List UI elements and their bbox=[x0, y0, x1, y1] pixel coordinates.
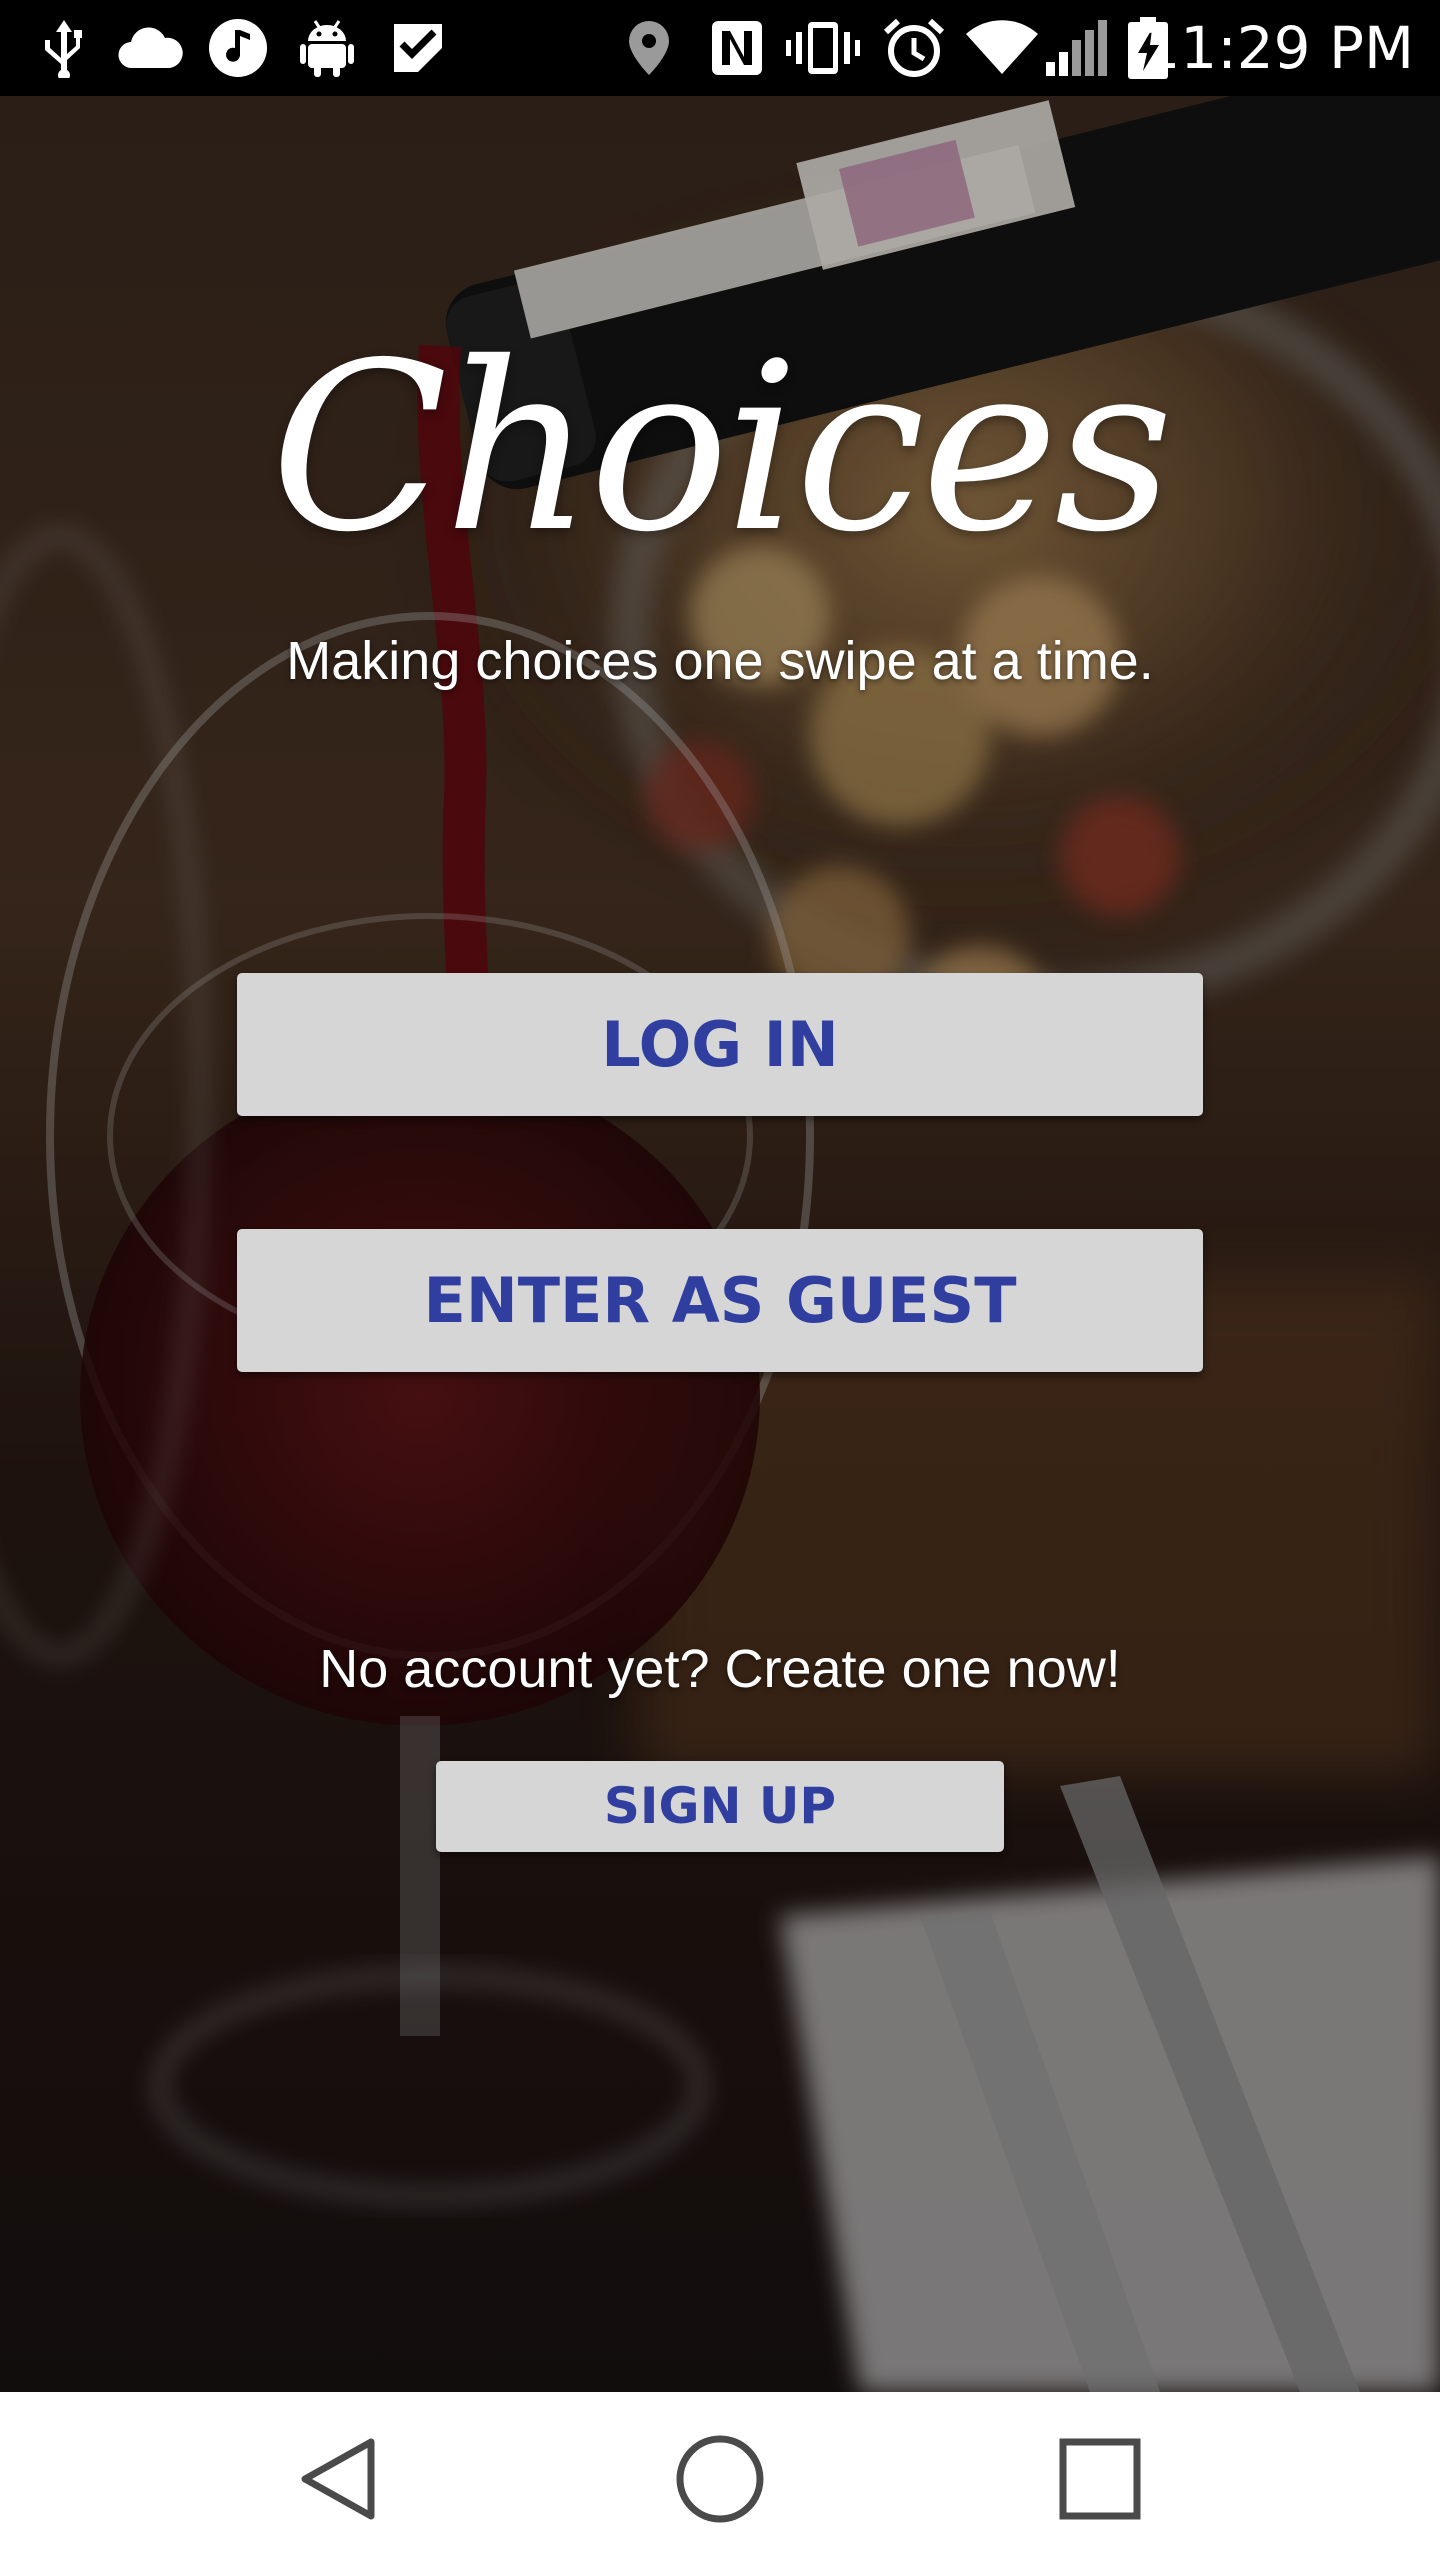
alarm-icon bbox=[884, 18, 944, 77]
nfc-icon bbox=[712, 21, 762, 75]
app-title: Choices bbox=[270, 313, 1173, 583]
back-icon[interactable] bbox=[285, 2424, 395, 2534]
wifi-icon bbox=[966, 20, 1038, 74]
login-screen: 11:29 PM Choices Making choices one swip… bbox=[0, 0, 1440, 2560]
music-icon bbox=[209, 19, 267, 77]
cloud-icon bbox=[118, 27, 183, 69]
recents-icon[interactable] bbox=[1045, 2424, 1155, 2534]
tagline: Making choices one swipe at a time. bbox=[286, 631, 1154, 691]
home-icon[interactable] bbox=[665, 2424, 775, 2534]
sign-up-button[interactable]: SIGN UP bbox=[436, 1761, 1004, 1852]
status-bar: 11:29 PM bbox=[0, 0, 1440, 96]
task-check-icon bbox=[394, 24, 442, 72]
no-account-text: No account yet? Create one now! bbox=[319, 1639, 1121, 1699]
login-button[interactable]: LOG IN bbox=[237, 973, 1203, 1116]
vibrate-icon bbox=[786, 22, 860, 74]
enter-as-guest-button[interactable]: ENTER AS GUEST bbox=[237, 1229, 1203, 1372]
usb-icon bbox=[45, 20, 82, 78]
android-icon bbox=[300, 20, 354, 77]
navigation-bar bbox=[0, 2392, 1440, 2560]
signal-icon bbox=[1046, 20, 1107, 76]
location-icon bbox=[629, 21, 669, 75]
status-time: 11:29 PM bbox=[1143, 14, 1414, 82]
